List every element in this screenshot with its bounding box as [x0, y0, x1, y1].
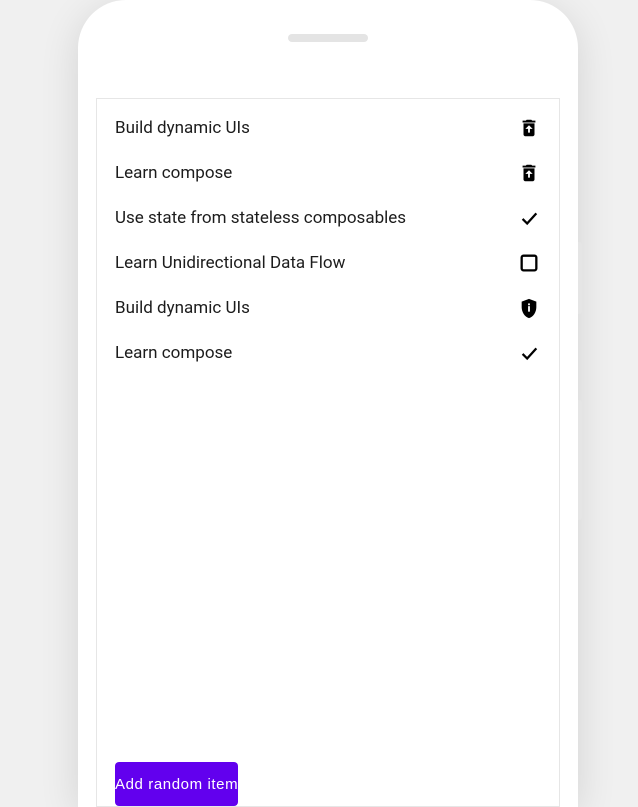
list-item[interactable]: Learn compose	[97, 330, 559, 375]
list-item[interactable]: Learn compose	[97, 150, 559, 195]
list-item[interactable]: Build dynamic UIs	[97, 105, 559, 150]
list-item[interactable]: Learn Unidirectional Data Flow	[97, 240, 559, 285]
button-area: Add random item	[97, 762, 559, 806]
phone-speaker	[288, 34, 368, 42]
add-random-item-button[interactable]: Add random item	[115, 762, 238, 806]
checkbox-empty-icon[interactable]	[517, 251, 541, 275]
shield-info-icon[interactable]	[517, 296, 541, 320]
list-item-label: Use state from stateless composables	[115, 208, 406, 228]
list-item-label: Learn compose	[115, 163, 232, 183]
phone-side-button-1	[578, 242, 582, 314]
list-item[interactable]: Build dynamic UIs	[97, 285, 559, 330]
app-screen: Build dynamic UIs Learn compose Use stat…	[96, 98, 560, 807]
list-item-label: Learn compose	[115, 343, 232, 363]
restore-trash-icon[interactable]	[517, 116, 541, 140]
restore-trash-icon[interactable]	[517, 161, 541, 185]
phone-side-button-2	[578, 400, 582, 520]
list-item-label: Build dynamic UIs	[115, 298, 250, 318]
list-item-label: Build dynamic UIs	[115, 118, 250, 138]
check-icon[interactable]	[517, 341, 541, 365]
item-list: Build dynamic UIs Learn compose Use stat…	[97, 99, 559, 762]
check-icon[interactable]	[517, 206, 541, 230]
list-item-label: Learn Unidirectional Data Flow	[115, 253, 345, 273]
phone-frame: Build dynamic UIs Learn compose Use stat…	[78, 0, 578, 807]
list-item[interactable]: Use state from stateless composables	[97, 195, 559, 240]
button-label: Add random item	[115, 776, 238, 793]
